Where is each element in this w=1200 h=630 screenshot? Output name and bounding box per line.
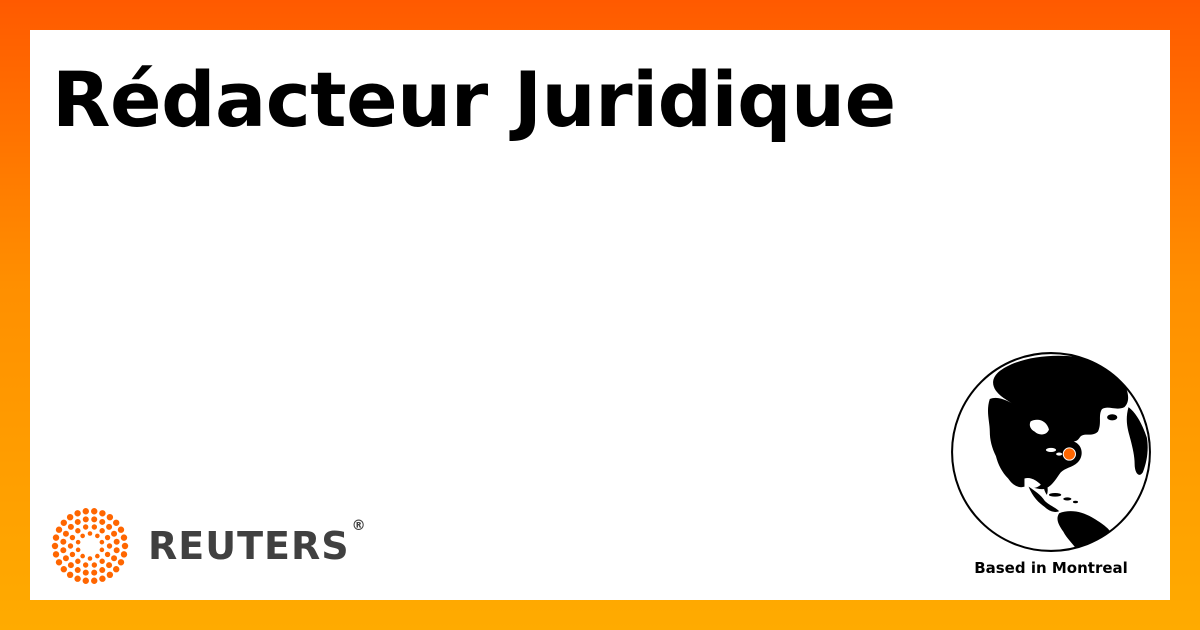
- logo-dot: [99, 575, 106, 582]
- logo-dot: [82, 577, 89, 584]
- logo-dot: [113, 538, 120, 545]
- logo-dot: [66, 571, 74, 578]
- logo-dot: [55, 526, 63, 533]
- logo-dot: [75, 547, 81, 553]
- logo-dot: [104, 551, 111, 558]
- logo-dot: [62, 555, 69, 562]
- logo-dot: [91, 569, 98, 576]
- logo-dot: [99, 567, 106, 574]
- logo-dot: [106, 562, 113, 569]
- job-title: Rédacteur Juridique: [52, 55, 896, 144]
- logo-dot: [104, 534, 111, 541]
- logo-dot: [82, 524, 89, 530]
- logo-dot: [91, 508, 98, 515]
- logo-dot: [106, 571, 114, 578]
- logo-dot: [74, 518, 81, 525]
- logo-dot: [95, 553, 100, 559]
- logo-dot: [74, 510, 81, 517]
- logo-dot: [69, 551, 76, 558]
- logo-dot: [91, 524, 98, 530]
- logo-dot: [113, 519, 120, 526]
- logo-dot: [60, 566, 67, 573]
- logo-dot: [55, 559, 63, 566]
- logo-dot: [80, 553, 85, 559]
- logo-dot: [95, 533, 100, 539]
- globe-icon: [951, 352, 1151, 552]
- logo-dot: [60, 547, 67, 554]
- logo-dot: [67, 562, 74, 569]
- logo-dot: [52, 534, 60, 541]
- logo-dot: [74, 567, 81, 574]
- page-frame: Rédacteur Juridique REUTERS ® Based in M…: [0, 0, 1200, 630]
- registered-mark: ®: [351, 518, 367, 534]
- logo-dot: [99, 558, 105, 564]
- location-marker: [1062, 447, 1076, 461]
- logo-dot: [117, 559, 125, 566]
- logo-dot: [91, 562, 98, 568]
- logo-dot: [82, 562, 89, 568]
- logo-dot: [62, 530, 69, 537]
- logo-dot: [82, 569, 89, 576]
- reuters-wordmark: REUTERS ®: [148, 519, 367, 568]
- reuters-logo-icon: [51, 508, 129, 584]
- logo-dot: [99, 510, 106, 517]
- location-block: Based in Montreal: [946, 348, 1156, 598]
- logo-dot: [74, 575, 81, 582]
- logo-dot: [106, 543, 113, 549]
- logo-dot: [82, 508, 89, 515]
- logo-dot: [87, 556, 93, 561]
- logo-dot: [99, 518, 106, 525]
- logo-dot: [111, 530, 118, 537]
- logo-dot: [75, 558, 81, 564]
- logo-dot: [91, 516, 98, 523]
- logo-dot: [51, 542, 59, 550]
- logo-dot: [66, 514, 74, 521]
- logo-dot: [99, 547, 105, 553]
- location-label: Based in Montreal: [974, 559, 1128, 577]
- logo-dot: [91, 577, 98, 584]
- logo-dot: [87, 531, 93, 536]
- logo-dot: [69, 534, 76, 541]
- reuters-wordmark-text: REUTERS: [148, 524, 350, 568]
- logo-dot: [106, 523, 113, 530]
- logo-dot: [75, 528, 81, 534]
- logo-dot: [99, 528, 105, 534]
- logo-dot: [121, 542, 129, 550]
- logo-dot: [67, 523, 74, 530]
- logo-dot: [52, 551, 60, 558]
- logo-dot: [60, 519, 67, 526]
- logo-dot: [106, 514, 114, 521]
- logo-dot: [75, 539, 81, 545]
- logo-dot: [82, 516, 89, 523]
- logo-dot: [120, 534, 128, 541]
- logo-dot: [67, 543, 74, 549]
- logo-dot: [60, 538, 67, 545]
- job-card: Rédacteur Juridique REUTERS ® Based in M…: [30, 30, 1170, 600]
- logo-dot: [120, 551, 128, 558]
- logo-dot: [111, 555, 118, 562]
- reuters-brand: REUTERS ®: [50, 506, 367, 586]
- logo-dot: [113, 547, 120, 554]
- logo-dot: [113, 566, 120, 573]
- logo-dot: [80, 533, 85, 539]
- logo-dot: [99, 539, 105, 545]
- logo-dot: [117, 526, 125, 533]
